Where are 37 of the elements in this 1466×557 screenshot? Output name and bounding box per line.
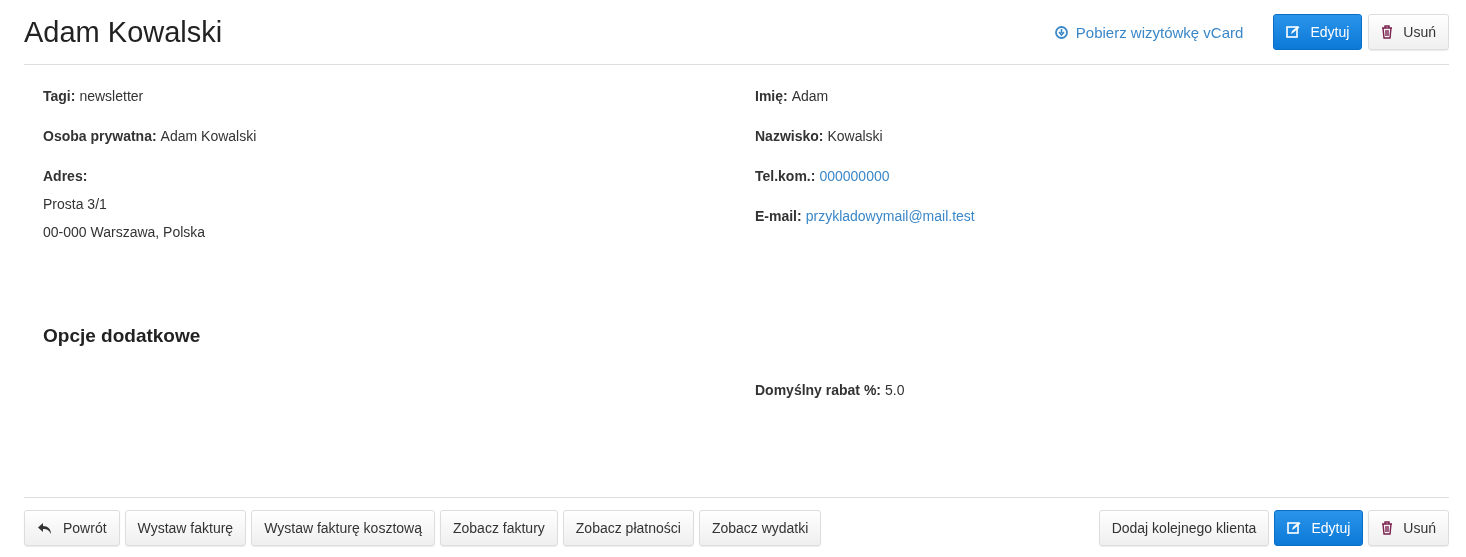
field-label: E-mail: — [755, 207, 802, 225]
page-title: Adam Kowalski — [24, 15, 224, 49]
edit-icon — [1286, 25, 1301, 39]
field-label: Tagi: — [43, 87, 76, 105]
action-button[interactable]: Zobacz wydatki — [698, 510, 822, 546]
address-line: Prosta 3/1 — [43, 195, 108, 213]
field-label: Osoba prywatna: — [43, 127, 157, 145]
action-button[interactable]: Wystaw fakturę kosztową — [251, 510, 435, 546]
action-button[interactable]: Dodaj kolejnego klienta — [1098, 510, 1270, 546]
field-label: Nazwisko: — [755, 127, 824, 145]
back-button[interactable]: Powrót — [24, 510, 120, 546]
download-icon — [1054, 25, 1068, 39]
edit-icon — [1287, 521, 1302, 535]
trash-icon — [1381, 521, 1394, 535]
action-button[interactable]: Zobacz płatności — [562, 510, 694, 546]
action-button[interactable]: Wystaw fakturę — [124, 510, 247, 546]
field-label: Tel.kom.: — [755, 167, 816, 185]
field-value-link[interactable]: 000000000 — [819, 167, 890, 185]
field-value: Adam Kowalski — [160, 127, 257, 145]
trash-icon — [1381, 25, 1394, 39]
field-label: Adres: — [43, 167, 89, 185]
delete-button[interactable]: Usuń — [1368, 510, 1449, 546]
field-label: Domyślny rabat %: — [755, 381, 882, 399]
edit-button[interactable]: Edytuj — [1274, 510, 1364, 546]
delete-button[interactable]: Usuń — [1368, 14, 1449, 50]
back-arrow-icon — [37, 521, 53, 535]
field-value: 5.0 — [885, 381, 905, 399]
field-value-link[interactable]: przykladowymail@mail.test — [805, 207, 975, 225]
action-button[interactable]: Zobacz faktury — [440, 510, 558, 546]
field-value: Adam — [791, 87, 829, 105]
field-value: Kowalski — [827, 127, 883, 145]
address-line: 00-000 Warszawa, Polska — [43, 223, 207, 241]
edit-button[interactable]: Edytuj — [1273, 14, 1363, 50]
section-heading: Opcje dodatkowe — [43, 325, 202, 347]
field-value: newsletter — [79, 87, 144, 105]
field-label: Imię: — [755, 87, 788, 105]
vcard-download-link[interactable]: Pobierz wizytówkę vCard — [1054, 23, 1244, 41]
